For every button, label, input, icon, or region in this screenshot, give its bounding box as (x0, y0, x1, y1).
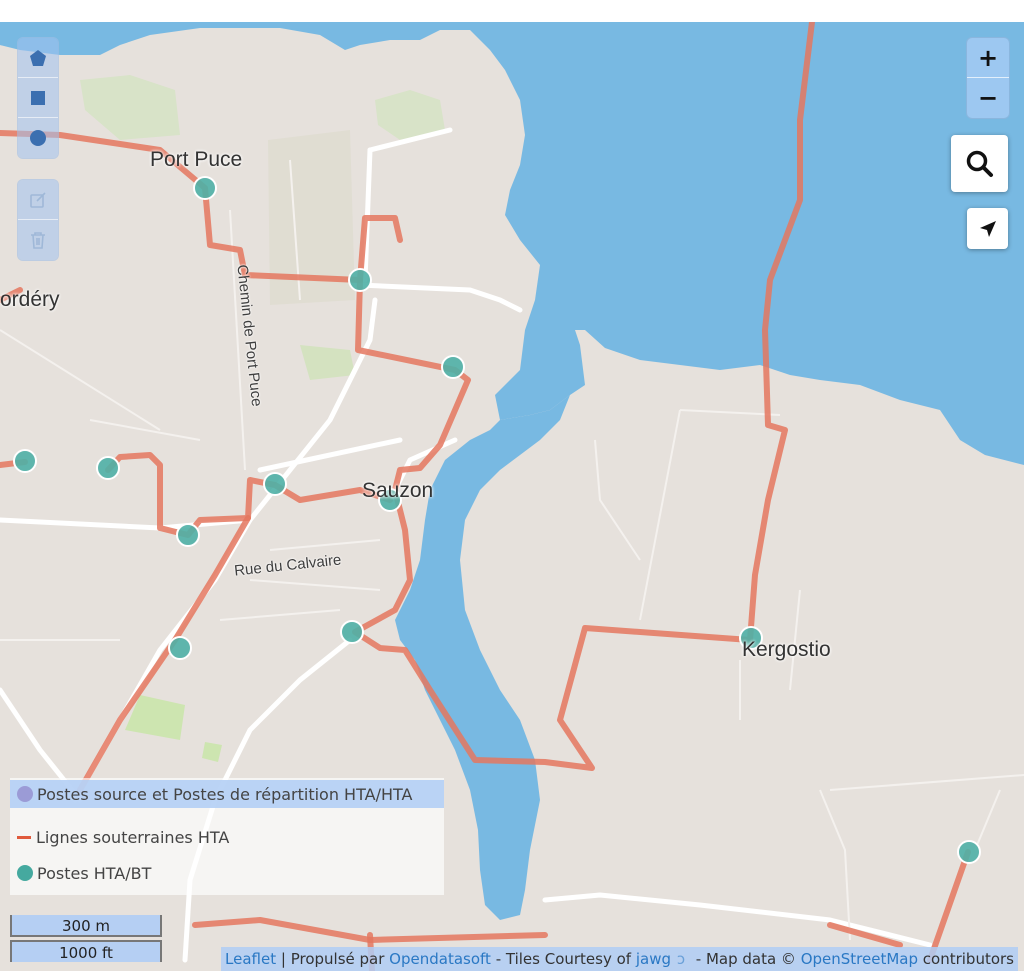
trash-icon[interactable] (18, 220, 58, 260)
scale-bar: 300 m 1000 ft (10, 915, 162, 962)
locate-button[interactable] (967, 208, 1008, 249)
draw-toolbar (18, 38, 58, 158)
place-label-kergostio: Kergostio (742, 638, 831, 661)
edit-toolbar (18, 180, 58, 260)
openstreetmap-link[interactable]: OpenStreetMap (801, 950, 918, 968)
legend-label: Postes source et Postes de répartition H… (37, 784, 413, 804)
legend-item-postes-hta-bt: Postes HTA/BT (10, 859, 151, 887)
attribution-bar: Leaflet | Propulsé par Opendatasoft - Ti… (221, 947, 1018, 971)
locate-arrow-icon (979, 220, 996, 237)
legend-label: Postes HTA/BT (37, 863, 152, 883)
scale-imperial: 1000 ft (10, 940, 162, 962)
legend-label: Lignes souterraines HTA (36, 827, 230, 847)
polygon-icon[interactable] (18, 38, 58, 78)
circle-icon[interactable] (18, 118, 58, 158)
legend-item-lignes-souterraines: Lignes souterraines HTA (10, 823, 229, 851)
map-view[interactable]: Port Puce ordéry Sauzon Kergostio Chemin… (0, 22, 1024, 971)
zoom-in-button[interactable]: + (967, 38, 1009, 78)
scale-metric: 300 m (10, 915, 162, 937)
rectangle-icon[interactable] (18, 78, 58, 118)
jawg-link[interactable]: jawg (636, 950, 671, 968)
place-label-port-puce: Port Puce (150, 148, 243, 171)
zoom-out-button[interactable]: − (967, 78, 1009, 118)
attribution-text: - Tiles Courtesy of (490, 950, 636, 968)
legend-dash-line (17, 835, 31, 839)
opendatasoft-link[interactable]: Opendatasoft (389, 950, 491, 968)
attribution-text: | Propulsé par (276, 950, 390, 968)
legend-dot-violet (17, 786, 33, 802)
search-button[interactable] (951, 135, 1008, 192)
place-label-sauzon: Sauzon (362, 479, 434, 502)
place-label-ordery: ordéry (0, 288, 60, 311)
map-legend: Postes source et Postes de répartition H… (10, 778, 444, 895)
attribution-text: contributors (918, 950, 1014, 968)
zoom-control: + − (967, 38, 1009, 118)
leaflet-link[interactable]: Leaflet (225, 950, 276, 968)
legend-dot-teal (17, 865, 33, 881)
search-icon (966, 150, 993, 177)
attribution-text: - Map data © (691, 950, 801, 968)
jawg-logo-icon: ↄ (676, 950, 686, 968)
legend-item-postes-source: Postes source et Postes de répartition H… (10, 780, 444, 808)
edit-icon[interactable] (18, 180, 58, 220)
